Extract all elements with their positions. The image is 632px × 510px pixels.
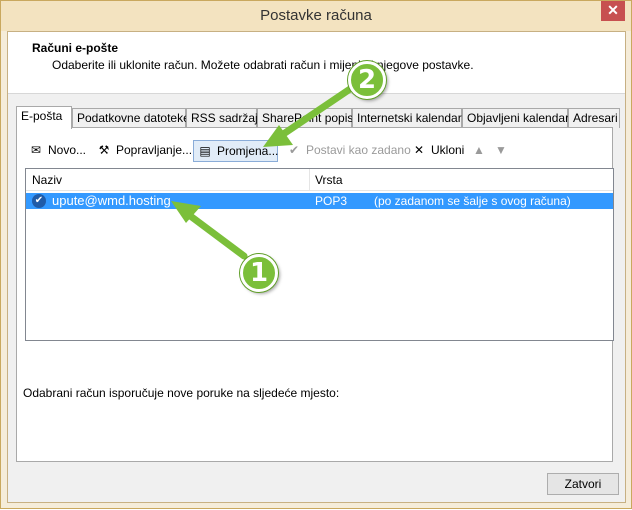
annotation-arrows: [171, 83, 357, 260]
account-settings-window: Postavke računa ✕ Računi e-pošte Odaberi…: [0, 0, 632, 509]
annotation-callout-2: 2: [348, 61, 386, 99]
arrow-2-shaft: [272, 83, 357, 143]
annotation-callout-1: 1: [240, 254, 278, 292]
tab-email[interactable]: E-pošta: [16, 106, 72, 129]
